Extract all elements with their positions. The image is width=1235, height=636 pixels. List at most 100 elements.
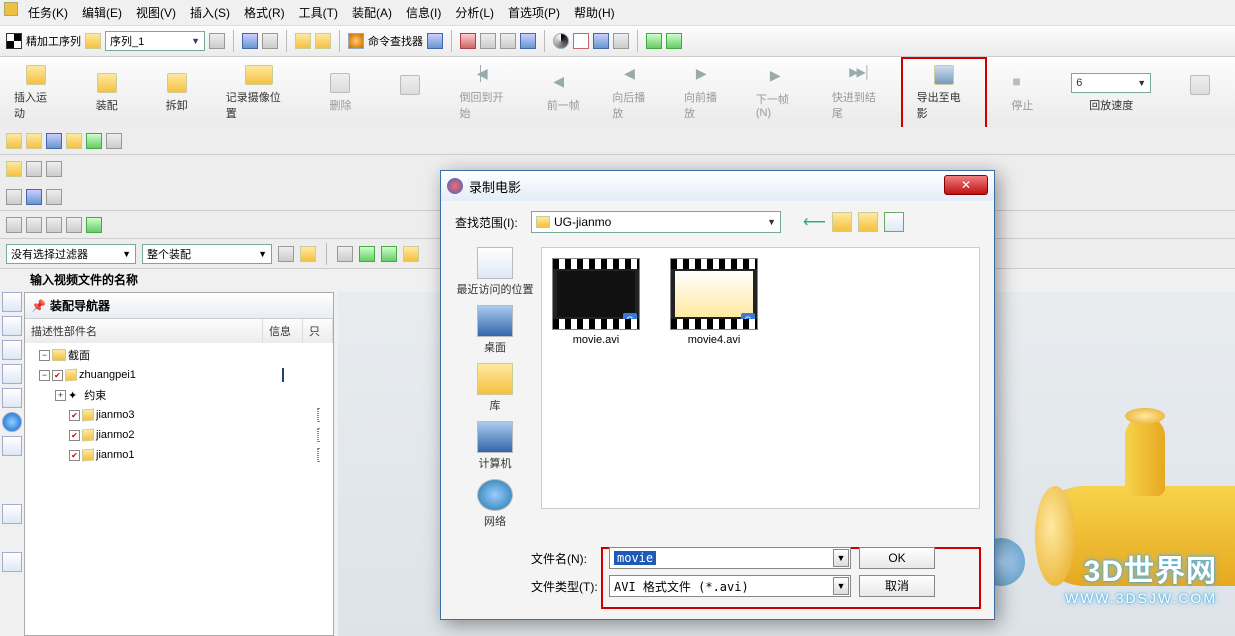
menu-tools[interactable]: 工具(T) xyxy=(293,2,344,23)
filename-input[interactable]: movie▼ xyxy=(609,547,851,569)
rbtn-fast-forward[interactable]: 快进到结尾 xyxy=(818,57,901,129)
tree-row-child[interactable]: ✔jianmo2 xyxy=(25,425,333,445)
expander-icon[interactable]: − xyxy=(39,350,50,361)
dialog-titlebar[interactable]: 录制电影 ✕ xyxy=(441,171,994,201)
tool-icon[interactable] xyxy=(26,133,42,149)
rbtn-assemble[interactable]: 装配 xyxy=(72,57,142,129)
menu-format[interactable]: 格式(R) xyxy=(238,2,291,23)
cube-icon[interactable] xyxy=(520,33,536,49)
menu-analysis[interactable]: 分析(L) xyxy=(449,2,500,23)
file-list[interactable]: G movie.avi G movie4.avi xyxy=(541,247,980,509)
chevron-down-icon[interactable]: ▼ xyxy=(833,577,849,595)
place-computer[interactable]: 计算机 xyxy=(477,421,513,471)
menu-prefs[interactable]: 首选项(P) xyxy=(502,2,566,23)
rbtn-play-forward[interactable]: 向前播放 xyxy=(670,57,742,129)
rbtn-record-camera[interactable]: 记录摄像位置 xyxy=(212,57,306,129)
tool-icon[interactable] xyxy=(6,217,22,233)
snap-icon[interactable] xyxy=(403,246,419,262)
tool-icon[interactable] xyxy=(46,161,62,177)
checkbox-icon[interactable]: ✔ xyxy=(69,430,80,441)
selection-filter-dropdown[interactable]: 没有选择过滤器▼ xyxy=(6,244,136,264)
col-name[interactable]: 描述性部件名 xyxy=(25,319,263,343)
checkbox-icon[interactable]: ✔ xyxy=(52,370,63,381)
tool-icon[interactable] xyxy=(66,133,82,149)
tab-sim-icon[interactable] xyxy=(2,504,22,524)
filter-icon[interactable] xyxy=(278,246,294,262)
seq-icon[interactable] xyxy=(85,33,101,49)
wcs-icon[interactable] xyxy=(666,33,682,49)
snap-icon[interactable] xyxy=(381,246,397,262)
checkbox-icon[interactable]: ✔ xyxy=(69,410,80,421)
tab-nav-icon[interactable] xyxy=(2,292,22,312)
file-item[interactable]: G movie.avi xyxy=(552,258,640,346)
up-folder-icon[interactable] xyxy=(832,212,852,232)
csys-icon[interactable] xyxy=(646,33,662,49)
tab-part-icon[interactable] xyxy=(2,316,22,336)
expander-icon[interactable]: + xyxy=(55,390,66,401)
tool-icon[interactable] xyxy=(26,217,42,233)
print-icon[interactable] xyxy=(262,33,278,49)
view-icon[interactable] xyxy=(427,33,443,49)
scope-dropdown[interactable]: 整个装配▼ xyxy=(142,244,272,264)
filetype-dropdown[interactable]: AVI 格式文件 (*.avi)▼ xyxy=(609,575,851,597)
rbtn-prev-frame[interactable]: 前一帧 xyxy=(528,57,598,129)
tree-row-child[interactable]: ✔jianmo3 xyxy=(25,405,333,425)
rbtn-disassemble[interactable]: 拆卸 xyxy=(142,57,212,129)
rbtn-stop[interactable]: 停止 xyxy=(987,57,1057,129)
tab-hd-icon[interactable] xyxy=(2,388,22,408)
place-network[interactable]: 网络 xyxy=(477,479,513,529)
flag-icon[interactable] xyxy=(6,33,22,49)
tool-icon[interactable] xyxy=(46,133,62,149)
place-desktop[interactable]: 桌面 xyxy=(477,305,513,355)
tab-history-icon[interactable] xyxy=(2,340,22,360)
tool-icon[interactable] xyxy=(66,217,82,233)
col-readonly[interactable]: 只 xyxy=(303,319,333,343)
file-item[interactable]: G movie4.avi xyxy=(670,258,758,346)
wire-icon[interactable] xyxy=(573,33,589,49)
save-icon[interactable] xyxy=(242,33,258,49)
snap-icon[interactable] xyxy=(359,246,375,262)
rbtn-next-frame[interactable]: 下一帧(N) xyxy=(742,57,818,129)
menu-help[interactable]: 帮助(H) xyxy=(568,2,621,23)
redo-icon[interactable] xyxy=(315,33,331,49)
box-icon[interactable] xyxy=(460,33,476,49)
shade-icon[interactable] xyxy=(553,33,569,49)
menu-insert[interactable]: 插入(S) xyxy=(184,2,236,23)
chevron-down-icon[interactable]: ▼ xyxy=(833,549,849,567)
rbtn-export-movie[interactable]: 导出至电影 xyxy=(901,57,988,129)
close-button[interactable]: ✕ xyxy=(944,175,988,195)
expander-icon[interactable]: − xyxy=(39,370,50,381)
rbtn-insert-motion[interactable]: 插入运动 xyxy=(0,57,72,129)
fill-icon[interactable] xyxy=(613,33,629,49)
menu-edit[interactable]: 编辑(E) xyxy=(76,2,128,23)
tool-icon[interactable] xyxy=(86,217,102,233)
filter-icon[interactable] xyxy=(300,246,316,262)
cancel-button[interactable]: 取消 xyxy=(859,575,935,597)
menu-view[interactable]: 视图(V) xyxy=(130,2,182,23)
tool-icon[interactable] xyxy=(6,161,22,177)
tool-icon[interactable] xyxy=(86,133,102,149)
menu-assembly[interactable]: 装配(A) xyxy=(346,2,398,23)
rbtn-rewind[interactable]: 倒回到开始 xyxy=(445,57,528,129)
undo-icon[interactable] xyxy=(295,33,311,49)
place-libraries[interactable]: 库 xyxy=(477,363,513,413)
back-icon[interactable]: ⟵ xyxy=(803,212,826,232)
tool-icon[interactable] xyxy=(6,189,22,205)
persp-icon[interactable] xyxy=(593,33,609,49)
tree-row-root[interactable]: −✔zhuangpei1 xyxy=(25,365,333,385)
playback-speed-dropdown[interactable]: 6▼ xyxy=(1071,73,1151,93)
col-info[interactable]: 信息 xyxy=(263,319,303,343)
tool-icon[interactable] xyxy=(46,217,62,233)
pin-icon[interactable]: 📌 xyxy=(31,299,46,313)
layer2-icon[interactable] xyxy=(500,33,516,49)
snap-icon[interactable] xyxy=(337,246,353,262)
sequence-dropdown[interactable]: 序列_1 ▼ xyxy=(105,31,205,51)
view-menu-icon[interactable] xyxy=(884,212,904,232)
tool-icon[interactable] xyxy=(26,161,42,177)
menu-task[interactable]: 任务(K) xyxy=(22,2,74,23)
tab-ie-icon[interactable] xyxy=(2,412,22,432)
tool-icon[interactable] xyxy=(6,133,22,149)
rbtn-play-back[interactable]: 向后播放 xyxy=(598,57,670,129)
tool-icon[interactable] xyxy=(26,189,42,205)
tool-icon[interactable] xyxy=(106,133,122,149)
